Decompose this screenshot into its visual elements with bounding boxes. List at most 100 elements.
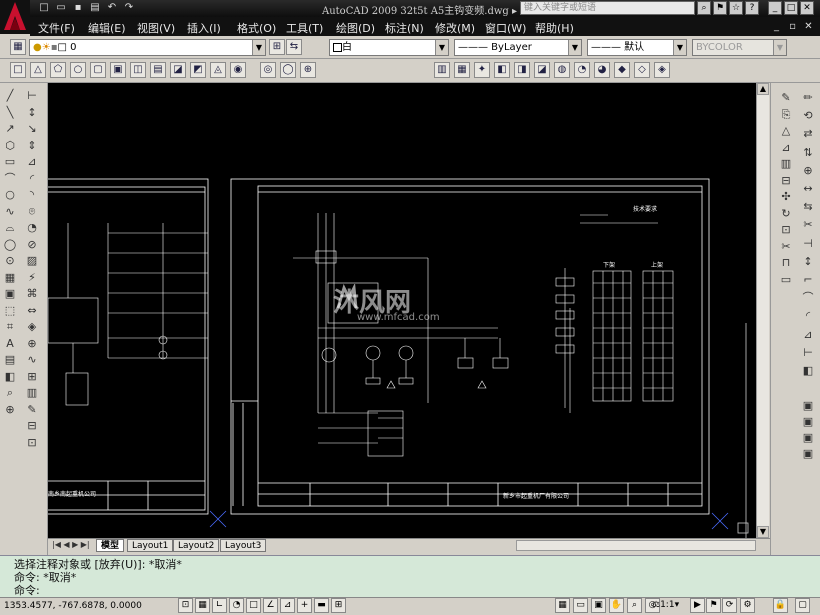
tab-模型[interactable]: 模型	[96, 539, 125, 552]
doc-close-button[interactable]: ✕	[802, 20, 815, 33]
menu-item-9[interactable]: 窗口(W)	[485, 20, 526, 36]
undo-icon[interactable]: ↶	[106, 2, 118, 14]
draw-tool-7-icon[interactable]: ∿	[2, 204, 18, 220]
rectangle-icon[interactable]: □	[10, 62, 26, 78]
dim-tool-3-icon[interactable]: ⇕	[24, 138, 40, 154]
command-prompt[interactable]: 命令:	[14, 582, 40, 598]
open-file-icon[interactable]: ▭	[55, 2, 67, 14]
dim-tool-10-icon[interactable]: ▨	[24, 253, 40, 269]
square-icon[interactable]: ▢	[90, 62, 106, 78]
horizontal-scrollbar[interactable]	[516, 540, 756, 551]
modify-tool-4-icon[interactable]: ▥	[778, 156, 794, 172]
draw-tool-1-icon[interactable]: ╲	[2, 105, 18, 121]
dim-tool-20-icon[interactable]: ⊟	[24, 418, 40, 434]
layer-dropdown[interactable]: ●☀▪□ 0 ▼	[29, 39, 266, 56]
draw-tool-19-icon[interactable]: ⊕	[2, 402, 18, 418]
clean-screen-icon[interactable]: ▢	[795, 598, 810, 613]
modify2-tool-11-icon[interactable]: ⌒	[800, 290, 816, 306]
material-icon[interactable]: ◧	[494, 62, 510, 78]
dim-tool-8-icon[interactable]: ◔	[24, 220, 40, 236]
fly-icon[interactable]: ◕	[594, 62, 610, 78]
dim-tool-12-icon[interactable]: ⌘	[24, 286, 40, 302]
cube-icon[interactable]: ▣	[110, 62, 126, 78]
torus-icon[interactable]: ◎	[260, 62, 276, 78]
modify2-tool-6-icon[interactable]: ⇆	[800, 199, 816, 215]
modify2-tool-1-icon[interactable]: ⟲	[800, 108, 816, 124]
modify-tool-10-icon[interactable]: ⊓	[778, 255, 794, 271]
modify2-tool-0-icon[interactable]: ✏	[800, 90, 816, 106]
cylinder-icon[interactable]: ◫	[130, 62, 146, 78]
maximize-window-button[interactable]: □	[784, 1, 798, 15]
tab-layout2[interactable]: Layout2	[173, 539, 220, 552]
modify2-tool-7-icon[interactable]: ✂	[800, 217, 816, 233]
dim-tool-6-icon[interactable]: ◝	[24, 187, 40, 203]
menu-item-3[interactable]: 插入(I)	[187, 20, 221, 36]
modify2-tool-9-icon[interactable]: ↕	[800, 254, 816, 270]
dim-tool-5-icon[interactable]: ◜	[24, 171, 40, 187]
help-search-input[interactable]: 键入关键字或短语	[520, 1, 695, 15]
dim-tool-16-icon[interactable]: ∿	[24, 352, 40, 368]
menu-item-6[interactable]: 绘图(D)	[336, 20, 375, 36]
doc-minimize-button[interactable]: _	[770, 20, 783, 33]
dyn-icon[interactable]: +	[297, 598, 312, 613]
menu-item-4[interactable]: 格式(O)	[237, 20, 276, 36]
tab-layout3[interactable]: Layout3	[220, 539, 267, 552]
close-window-button[interactable]: ✕	[800, 1, 814, 15]
walk-icon[interactable]: ◔	[574, 62, 590, 78]
dim-tool-7-icon[interactable]: ⌾	[24, 204, 40, 220]
draw-tool-15-icon[interactable]: A	[2, 336, 18, 352]
lwt-icon[interactable]: ▬	[314, 598, 329, 613]
showmotion-icon[interactable]: ▶	[690, 598, 705, 613]
draw-tool-16-icon[interactable]: ▤	[2, 352, 18, 368]
draworder-tool-0-icon[interactable]: ▣	[800, 398, 816, 414]
menu-item-1[interactable]: 编辑(E)	[88, 20, 126, 36]
help-icon[interactable]: ?	[745, 1, 759, 15]
modify-tool-5-icon[interactable]: ⊟	[778, 173, 794, 189]
scroll-down-icon[interactable]: ▼	[757, 526, 769, 538]
triangle-icon[interactable]: △	[30, 62, 46, 78]
quick-view-drawings-icon[interactable]: ▣	[591, 598, 606, 613]
realistic-icon[interactable]: ◇	[634, 62, 650, 78]
annotation-scale[interactable]: ⚖1:1▾	[652, 600, 679, 610]
dim-tool-15-icon[interactable]: ⊕	[24, 336, 40, 352]
circle-icon[interactable]: ○	[70, 62, 86, 78]
modify-tool-6-icon[interactable]: ✣	[778, 189, 794, 205]
modify2-tool-5-icon[interactable]: ↔	[800, 181, 816, 197]
camera-icon[interactable]: ◨	[514, 62, 530, 78]
auto-scale-icon[interactable]: ⟳	[722, 598, 737, 613]
dim-tool-2-icon[interactable]: ↘	[24, 121, 40, 137]
search-icon[interactable]: ⌕	[697, 1, 711, 15]
otrack-icon[interactable]: ∠	[263, 598, 278, 613]
new-file-icon[interactable]: □	[38, 2, 50, 14]
ducs-icon[interactable]: ⊿	[280, 598, 295, 613]
draw-tool-17-icon[interactable]: ◧	[2, 369, 18, 385]
dim-tool-18-icon[interactable]: ▥	[24, 385, 40, 401]
draw-tool-8-icon[interactable]: ⌓	[2, 220, 18, 236]
menu-item-7[interactable]: 标注(N)	[385, 20, 424, 36]
draworder-tool-1-icon[interactable]: ▣	[800, 414, 816, 430]
make-layer-current-icon[interactable]: ⊞	[269, 39, 285, 55]
snap-icon[interactable]: ⊡	[178, 598, 193, 613]
save-icon[interactable]: ▪	[72, 2, 84, 14]
draw-tool-2-icon[interactable]: ↗	[2, 121, 18, 137]
modify-tool-2-icon[interactable]: △	[778, 123, 794, 139]
union-icon[interactable]: ◯	[280, 62, 296, 78]
pan-icon[interactable]: ✋	[609, 598, 624, 613]
draw-tool-14-icon[interactable]: ⌗	[2, 319, 18, 335]
render-icon[interactable]: ▦	[454, 62, 470, 78]
plotstyle-dropdown[interactable]: BYCOLOR ▼	[692, 39, 787, 56]
vertical-scrollbar[interactable]: ▲ ▼	[756, 83, 769, 538]
modify2-tool-2-icon[interactable]: ⇄	[800, 126, 816, 142]
draw-tool-5-icon[interactable]: ⌒	[2, 171, 18, 187]
shade-icon[interactable]: ▥	[434, 62, 450, 78]
layer-manager-icon[interactable]: ▦	[10, 39, 26, 55]
color-dropdown[interactable]: 白 ▼	[329, 39, 449, 56]
cone-icon[interactable]: ◬	[210, 62, 226, 78]
draw-tool-6-icon[interactable]: ○	[2, 187, 18, 203]
modify-tool-8-icon[interactable]: ⊡	[778, 222, 794, 238]
pyramid-icon[interactable]: ◪	[170, 62, 186, 78]
draw-tool-11-icon[interactable]: ▦	[2, 270, 18, 286]
ortho-icon[interactable]: ∟	[212, 598, 227, 613]
redo-icon[interactable]: ↷	[123, 2, 135, 14]
minimize-window-button[interactable]: _	[768, 1, 782, 15]
